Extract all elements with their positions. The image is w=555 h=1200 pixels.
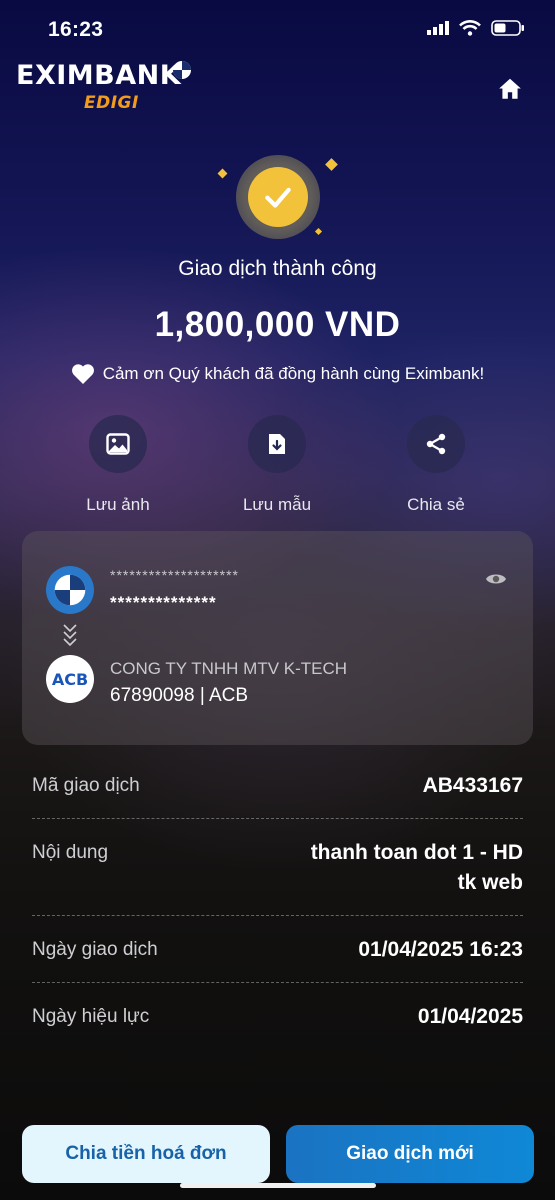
divider bbox=[32, 818, 523, 819]
thanks-message: Cảm ơn Quý khách đã đồng hành cùng Eximb… bbox=[0, 363, 555, 385]
source-account-masked: ******************** bbox=[110, 567, 239, 583]
share-label: Chia sẻ bbox=[407, 495, 465, 514]
receiver-account: 67890098 | ACB bbox=[110, 685, 249, 706]
logo-wordmark: EXIMBANK bbox=[16, 60, 182, 91]
transfer-direction-icon bbox=[62, 623, 78, 654]
save-image-label: Lưu ảnh bbox=[86, 495, 150, 514]
image-icon bbox=[106, 433, 130, 455]
checkmark-icon bbox=[265, 187, 291, 208]
transaction-amount: 1,800,000 VND bbox=[154, 305, 401, 344]
share-button[interactable]: Chia sẻ bbox=[361, 415, 511, 515]
eye-icon bbox=[486, 574, 506, 584]
battery-icon bbox=[491, 20, 524, 36]
acb-logo: ACB bbox=[46, 655, 94, 703]
cellular-signal-icon bbox=[427, 21, 449, 35]
save-template-icon bbox=[269, 434, 285, 454]
home-icon bbox=[499, 78, 521, 99]
new-transaction-button[interactable]: Giao dịch mới bbox=[286, 1125, 534, 1183]
detail-label: Mã giao dịch bbox=[32, 775, 140, 796]
eximbank-logo: EXIMBANK EDIGI bbox=[16, 60, 196, 118]
status-time: 16:23 bbox=[48, 18, 104, 41]
thanks-text: Cảm ơn Quý khách đã đồng hành cùng Eximb… bbox=[102, 364, 485, 383]
receiver-name: CONG TY TNHH MTV K-TECH bbox=[110, 659, 348, 678]
sparkle-decoration bbox=[325, 158, 338, 171]
wifi-icon bbox=[459, 20, 481, 36]
status-icons bbox=[427, 20, 525, 36]
eximbank-emblem-icon bbox=[54, 574, 86, 606]
logo-edigi: EDIGI bbox=[84, 93, 139, 113]
source-bank-logo bbox=[46, 566, 94, 614]
sparkle-decoration bbox=[217, 168, 228, 179]
transfer-card: ******************** ************** ACB … bbox=[22, 531, 533, 745]
success-badge bbox=[236, 155, 320, 239]
detail-value: AB433167 bbox=[422, 774, 523, 797]
divider bbox=[32, 915, 523, 916]
detail-value: 01/04/2025 bbox=[417, 1005, 523, 1028]
toggle-visibility-button[interactable] bbox=[485, 571, 507, 592]
sparkle-decoration bbox=[314, 227, 323, 236]
save-template-label: Lưu mẫu bbox=[242, 495, 312, 514]
split-bill-button[interactable]: Chia tiền hoá đơn bbox=[22, 1125, 270, 1183]
detail-value: thanh toan dot 1 - HD tk web bbox=[310, 841, 523, 894]
detail-value: 01/04/2025 16:23 bbox=[358, 938, 523, 961]
detail-label: Nội dung bbox=[32, 842, 109, 863]
home-button[interactable] bbox=[497, 76, 523, 102]
save-image-button[interactable]: Lưu ảnh bbox=[43, 415, 193, 515]
source-name-masked: ************** bbox=[110, 593, 217, 612]
share-icon bbox=[426, 433, 446, 455]
home-indicator[interactable] bbox=[180, 1183, 376, 1188]
save-template-button[interactable]: Lưu mẫu bbox=[202, 415, 352, 515]
heart-icon bbox=[71, 364, 94, 384]
logo-emblem-icon bbox=[173, 61, 191, 79]
result-title: Giao dịch thành công bbox=[178, 257, 377, 280]
detail-label: Ngày hiệu lực bbox=[32, 1006, 150, 1027]
divider bbox=[32, 982, 523, 983]
detail-label: Ngày giao dịch bbox=[32, 939, 158, 960]
